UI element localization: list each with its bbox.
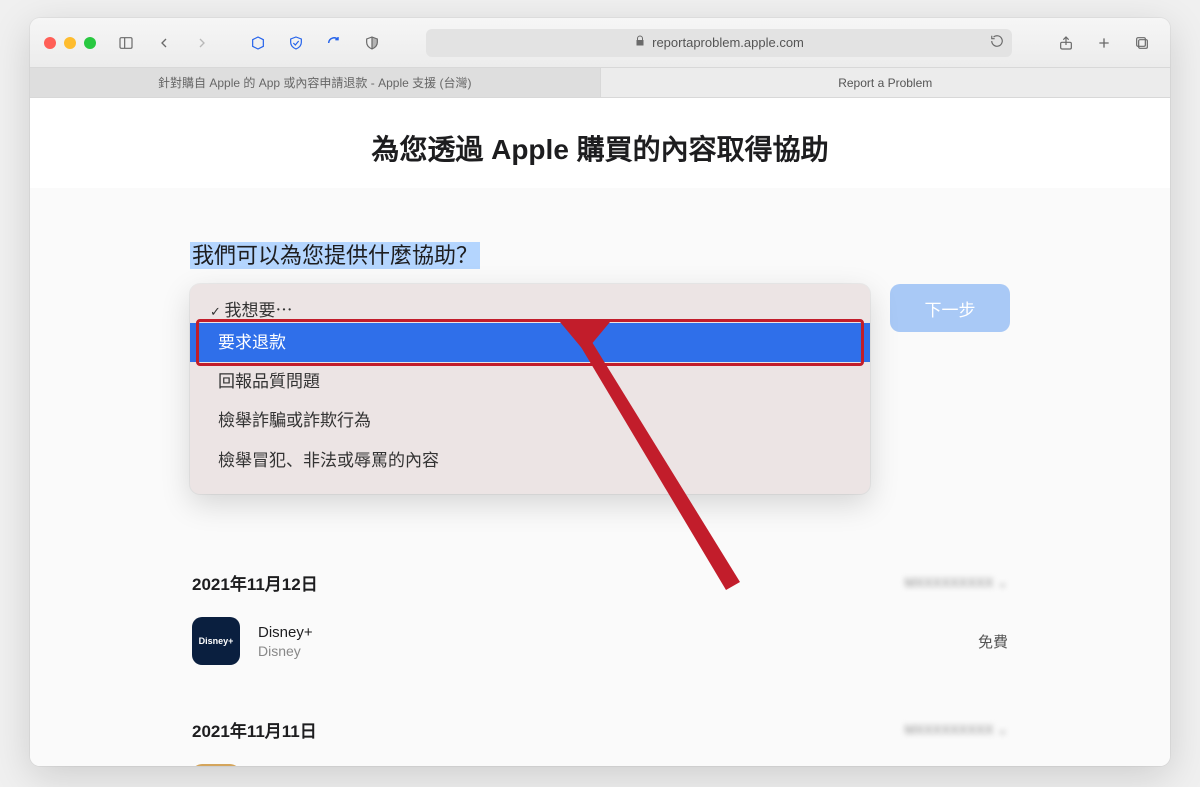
minimize-window-button[interactable]	[64, 37, 76, 49]
tab-0[interactable]: 針對購自 Apple 的 App 或內容申請退款 - Apple 支援 (台灣)	[30, 68, 601, 97]
item-name: Disney+	[258, 624, 960, 641]
sidebar-toggle-icon[interactable]	[112, 29, 140, 57]
tab-1[interactable]: Report a Problem	[601, 68, 1171, 97]
dropdown-header: 我想要⋯	[190, 292, 870, 323]
main-form: 我們可以為您提供什麼協助？ 我想要⋯ 要求退款 回報品質問題 檢舉詐騙或詐欺行為…	[190, 238, 1010, 766]
dropdown-option-quality[interactable]: 回報品質問題	[190, 362, 870, 401]
order-id-toggle[interactable]: MXXXXXXXXX	[905, 722, 1008, 738]
purchase-date: 2021年11月12日	[192, 570, 318, 595]
forward-button[interactable]	[188, 29, 216, 57]
next-button[interactable]: 下一步	[890, 284, 1010, 332]
fullscreen-window-button[interactable]	[84, 37, 96, 49]
dropdown-option-refund[interactable]: 要求退款	[190, 323, 870, 362]
shield-hex-icon[interactable]	[244, 29, 272, 57]
purchase-item: Disney+ Disney+ Disney 免費	[190, 603, 1010, 679]
address-bar[interactable]: reportaproblem.apple.com	[426, 29, 1012, 57]
tab-bar: 針對購自 Apple 的 App 或內容申請退款 - Apple 支援 (台灣)…	[30, 68, 1170, 98]
item-developer: Disney	[258, 643, 960, 659]
reason-dropdown: 我想要⋯ 要求退款 回報品質問題 檢舉詐騙或詐欺行為 檢舉冒犯、非法或辱罵的內容	[190, 284, 870, 494]
app-icon-disney: Disney+	[192, 617, 240, 665]
item-price: 免費	[978, 631, 1008, 652]
purchase-group-1: 2021年11月11日 MXXXXXXXXX Homo Machina ARTE…	[190, 709, 1010, 766]
refresh-icon[interactable]	[990, 34, 1004, 51]
purchase-date: 2021年11月11日	[192, 717, 317, 742]
url-text: reportaproblem.apple.com	[652, 35, 804, 50]
page-title: 為您透過 Apple 購買的內容取得協助	[30, 98, 1170, 188]
tabs-overview-icon[interactable]	[1128, 29, 1156, 57]
order-id-toggle[interactable]: MXXXXXXXXX	[905, 575, 1008, 591]
shield-check-icon[interactable]	[282, 29, 310, 57]
back-button[interactable]	[150, 29, 178, 57]
new-tab-icon[interactable]	[1090, 29, 1118, 57]
privacy-shield-icon[interactable]	[358, 29, 386, 57]
lock-icon	[634, 35, 646, 50]
dropdown-option-offensive[interactable]: 檢舉冒犯、非法或辱罵的內容	[190, 441, 870, 480]
window-controls	[44, 37, 96, 49]
browser-toolbar: reportaproblem.apple.com	[30, 18, 1170, 68]
close-window-button[interactable]	[44, 37, 56, 49]
dropdown-option-fraud[interactable]: 檢舉詐騙或詐欺行為	[190, 401, 870, 440]
purchase-item: Homo Machina ARTE Experience 免費	[190, 750, 1010, 766]
share-icon[interactable]	[1052, 29, 1080, 57]
help-prompt: 我們可以為您提供什麼協助？	[190, 242, 480, 269]
page-content[interactable]: 為您透過 Apple 購買的內容取得協助 我們可以為您提供什麼協助？ 我想要⋯ …	[30, 98, 1170, 766]
app-icon-homo-machina	[192, 764, 240, 766]
safari-window: reportaproblem.apple.com 針對購自 Apple 的 Ap…	[30, 18, 1170, 766]
reload-icon[interactable]	[320, 29, 348, 57]
purchase-group-0: 2021年11月12日 MXXXXXXXXX Disney+ Disney+ D…	[190, 562, 1010, 679]
